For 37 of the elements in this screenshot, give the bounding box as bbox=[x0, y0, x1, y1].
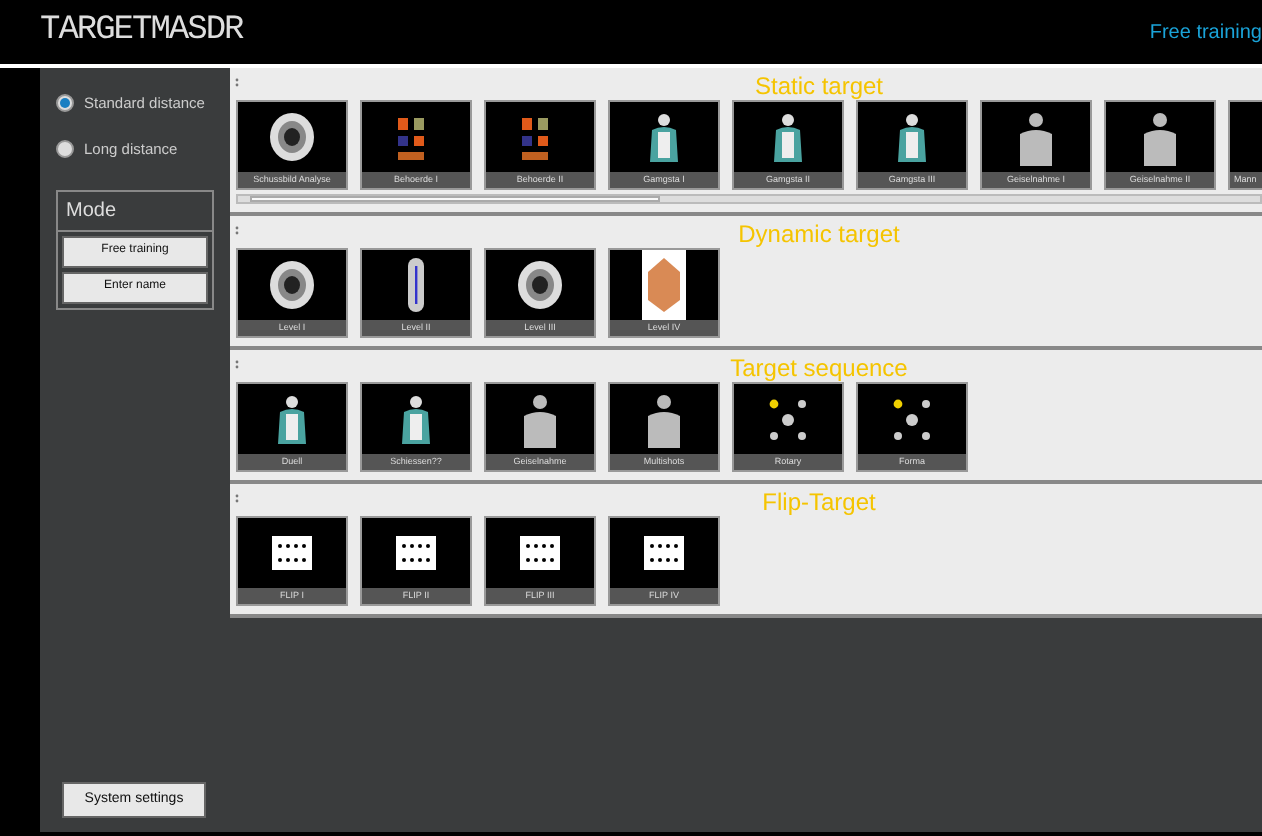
target-thumbnail-drawing bbox=[610, 384, 718, 454]
section-title: Dynamic target bbox=[736, 222, 902, 246]
target-thumbnail-drawing bbox=[858, 102, 966, 172]
target-thumbnail-drawing bbox=[982, 102, 1090, 172]
grip-icon[interactable] bbox=[234, 360, 240, 370]
mode-title: Mode bbox=[58, 191, 212, 231]
target-thumbnail-drawing bbox=[238, 250, 346, 320]
target-thumbnail-drawing bbox=[610, 102, 718, 172]
radio-button[interactable] bbox=[56, 140, 74, 159]
section-title: Static target bbox=[752, 74, 886, 98]
target-thumbnail-drawing bbox=[1106, 102, 1214, 172]
target-thumbnail-drawing bbox=[486, 518, 594, 588]
target-thumbnail-drawing bbox=[362, 518, 470, 588]
target-thumbnail-drawing bbox=[610, 250, 718, 320]
mode-label: Free training bbox=[1149, 19, 1262, 47]
radio-button[interactable] bbox=[56, 94, 74, 113]
target-thumbnail-drawing bbox=[486, 250, 594, 320]
target-thumbnail-drawing bbox=[486, 384, 594, 454]
section-title: Target sequence bbox=[728, 356, 910, 380]
target-thumbnail-drawing bbox=[238, 518, 346, 588]
grip-icon[interactable] bbox=[234, 226, 240, 236]
section-title: Flip-Target bbox=[760, 490, 878, 514]
target-thumbnail-drawing bbox=[734, 102, 842, 172]
target-thumbnail-drawing bbox=[362, 384, 470, 454]
target-thumbnail-drawing bbox=[362, 102, 470, 172]
target-thumbnail-drawing bbox=[610, 518, 718, 588]
target-thumbnail-drawing bbox=[238, 102, 346, 172]
grip-icon[interactable] bbox=[234, 494, 240, 504]
target-thumbnail-drawing bbox=[486, 102, 594, 172]
grip-icon[interactable] bbox=[234, 78, 240, 88]
app-logo: TARGETMASDR bbox=[40, 10, 243, 55]
scrollbar-thumb[interactable] bbox=[250, 196, 660, 202]
target-thumbnail-drawing bbox=[362, 250, 470, 320]
horizontal-scrollbar[interactable] bbox=[236, 194, 1262, 204]
target-thumbnail-drawing bbox=[238, 384, 346, 454]
target-thumbnail-drawing bbox=[858, 384, 966, 454]
target-thumbnail-drawing bbox=[734, 384, 842, 454]
